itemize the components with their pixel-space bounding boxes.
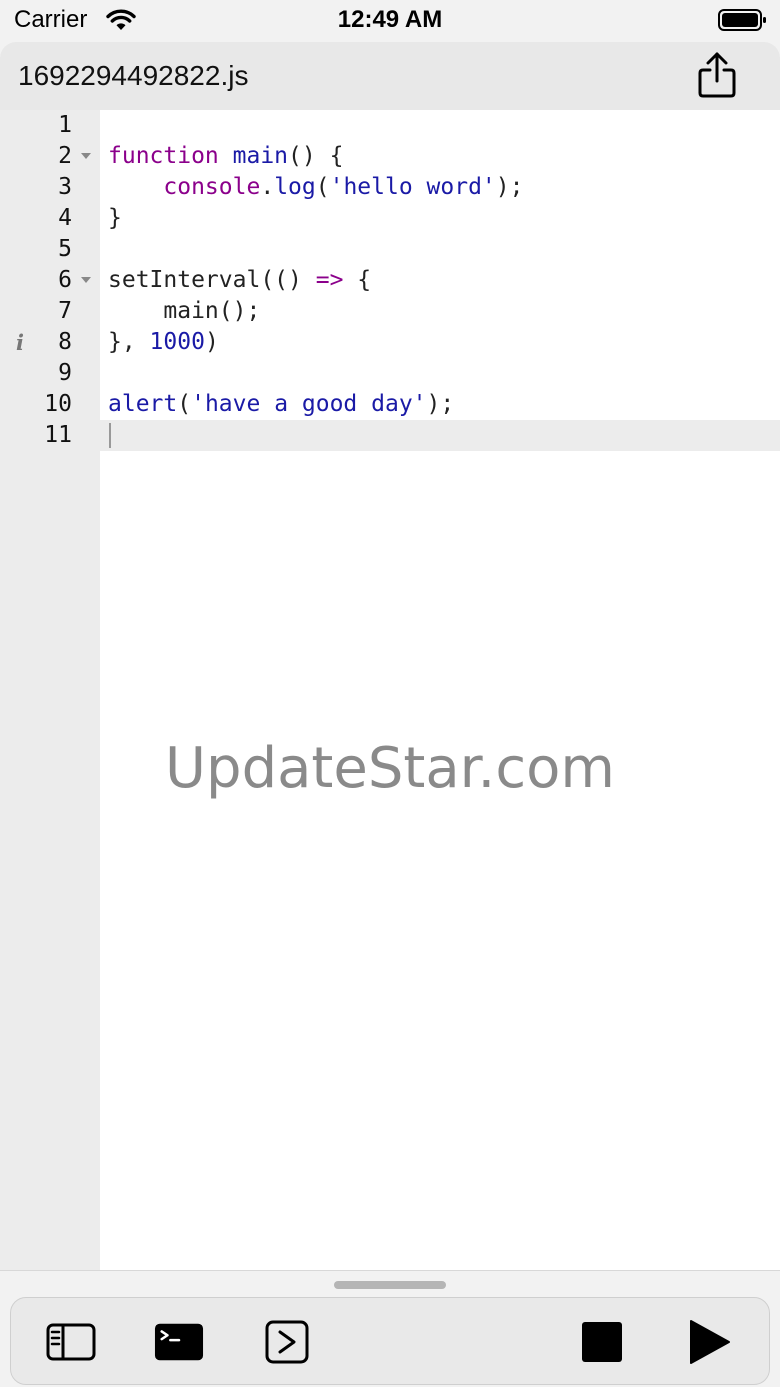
code-line[interactable]: 9 (0, 358, 780, 389)
play-icon (690, 1320, 730, 1364)
code-line[interactable]: 1 (0, 110, 780, 141)
stop-icon (582, 1322, 622, 1362)
bottom-panel (0, 1270, 780, 1387)
text-cursor (109, 423, 111, 448)
console-button[interactable] (262, 1317, 312, 1367)
fold-arrow-icon[interactable] (81, 153, 91, 159)
line-number: 8 (58, 329, 72, 355)
play-button[interactable] (683, 1317, 733, 1367)
drag-handle[interactable] (334, 1281, 446, 1289)
code-text: alert('have a good day'); (108, 391, 455, 417)
line-number: 9 (58, 360, 72, 386)
editor-sheet: 1692294492822.js 1 2 function main() { 3… (0, 42, 780, 1387)
code-text: } (108, 205, 122, 231)
code-line-active[interactable]: 11 (0, 420, 780, 451)
watermark: UpdateStar.com (165, 736, 615, 801)
line-number: 3 (58, 174, 72, 200)
code-line[interactable]: 7 main(); (0, 296, 780, 327)
line-number: 6 (58, 267, 72, 293)
code-line[interactable]: 4 } (0, 203, 780, 234)
share-icon (698, 52, 736, 98)
sidebar-button[interactable] (46, 1317, 96, 1367)
sidebar-icon (46, 1323, 96, 1361)
code-text: }, 1000) (108, 329, 219, 355)
code-line[interactable]: 6 setInterval(() => { (0, 265, 780, 296)
share-button[interactable] (690, 48, 744, 102)
code-line[interactable]: 2 function main() { (0, 141, 780, 172)
clock: 12:49 AM (337, 6, 443, 33)
code-text: console.log('hello word'); (163, 174, 524, 200)
line-number: 1 (58, 112, 72, 138)
code-editor[interactable]: 1 2 function main() { 3 console.log('hel… (0, 110, 780, 1270)
file-title: 1692294492822.js (18, 60, 249, 91)
bottom-toolbar (10, 1297, 770, 1385)
battery-icon (718, 9, 766, 31)
code-text: setInterval(() => { (108, 267, 372, 293)
console-icon (265, 1320, 309, 1364)
code-line[interactable]: 5 (0, 234, 780, 265)
terminal-button[interactable] (154, 1317, 204, 1367)
line-number: 11 (44, 422, 72, 448)
stop-button[interactable] (577, 1317, 627, 1367)
status-bar: Carrier 12:49 AM (0, 0, 780, 42)
line-number: 5 (58, 236, 72, 262)
line-number: 7 (58, 298, 72, 324)
line-number: 4 (58, 205, 72, 231)
terminal-icon (154, 1323, 204, 1361)
code-line[interactable]: i 8 }, 1000) (0, 327, 780, 358)
code-text: main(); (108, 298, 261, 324)
code-line[interactable]: 3 console.log('hello word'); (0, 172, 780, 203)
line-number: 10 (44, 391, 72, 417)
line-number: 2 (58, 143, 72, 169)
code-text: function main() { (108, 143, 344, 169)
code-line[interactable]: 10 alert('have a good day'); (0, 389, 780, 420)
title-bar: 1692294492822.js (0, 42, 780, 111)
fold-arrow-icon[interactable] (81, 277, 91, 283)
